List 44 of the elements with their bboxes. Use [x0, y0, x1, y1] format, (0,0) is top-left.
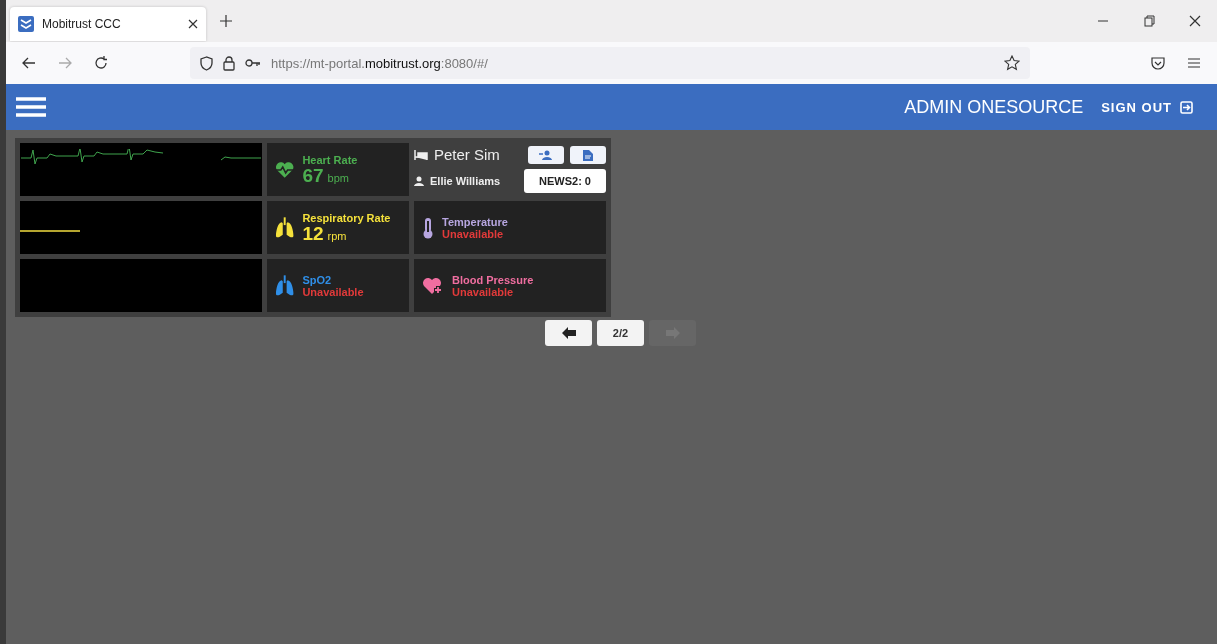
user-name: ADMIN ONESOURCE — [904, 96, 1084, 118]
document-icon — [583, 148, 593, 161]
pocket-icon[interactable] — [1151, 56, 1165, 70]
document-button[interactable] — [570, 145, 606, 164]
vital-label: SpO2 — [302, 273, 333, 286]
vital-status: Unavailable — [302, 285, 365, 298]
clinician-name: Ellie Williams — [430, 175, 501, 188]
new-tab-icon[interactable] — [220, 15, 232, 27]
browser-tab[interactable]: Mobitrust CCC — [10, 7, 206, 41]
vital-unit: bpm — [327, 172, 349, 184]
person-icon — [414, 176, 424, 187]
arrow-left-icon — [561, 327, 576, 339]
close-tab-icon[interactable] — [188, 19, 198, 29]
vital-label: Heart Rate — [302, 154, 359, 166]
restore-icon[interactable] — [1143, 15, 1155, 27]
back-icon[interactable] — [22, 57, 36, 69]
address-bar[interactable]: https://mt-portal.mobitrust.org:8080/#/ — [190, 47, 1030, 79]
key-icon — [245, 58, 261, 68]
sign-out-button[interactable]: SIGN OUT — [1097, 95, 1197, 119]
vital-label: Respiratory Rate — [302, 212, 392, 224]
vital-label: Blood Pressure — [452, 273, 535, 286]
vital-label: Temperature — [442, 215, 509, 228]
url-text: https://mt-portal.mobitrust.org:8080/#/ — [271, 55, 488, 71]
assign-user-button[interactable] — [528, 145, 564, 164]
bed-icon — [414, 149, 428, 160]
vital-value: 12 — [302, 224, 324, 243]
patient-name: Peter Sim — [434, 146, 500, 164]
page-indicator: 2/2 — [597, 320, 644, 346]
person-minus-icon — [538, 149, 554, 160]
star-icon[interactable] — [1004, 55, 1020, 71]
vital-status: Unavailable — [452, 285, 515, 298]
close-icon[interactable] — [1189, 15, 1201, 27]
tab-title: Mobitrust CCC — [42, 17, 122, 31]
vital-unit: rpm — [327, 230, 347, 242]
app-logo-icon — [18, 16, 34, 32]
shield-icon — [200, 55, 213, 71]
reload-icon[interactable] — [94, 56, 108, 70]
exit-icon — [1180, 100, 1193, 114]
vital-value: 67 — [302, 166, 324, 185]
vital-status: Unavailable — [442, 227, 504, 240]
menu-icon[interactable] — [1187, 57, 1201, 69]
lock-icon — [223, 55, 235, 71]
previous-page-button[interactable] — [545, 320, 592, 346]
news2-score: NEWS2: 0 — [524, 169, 606, 194]
